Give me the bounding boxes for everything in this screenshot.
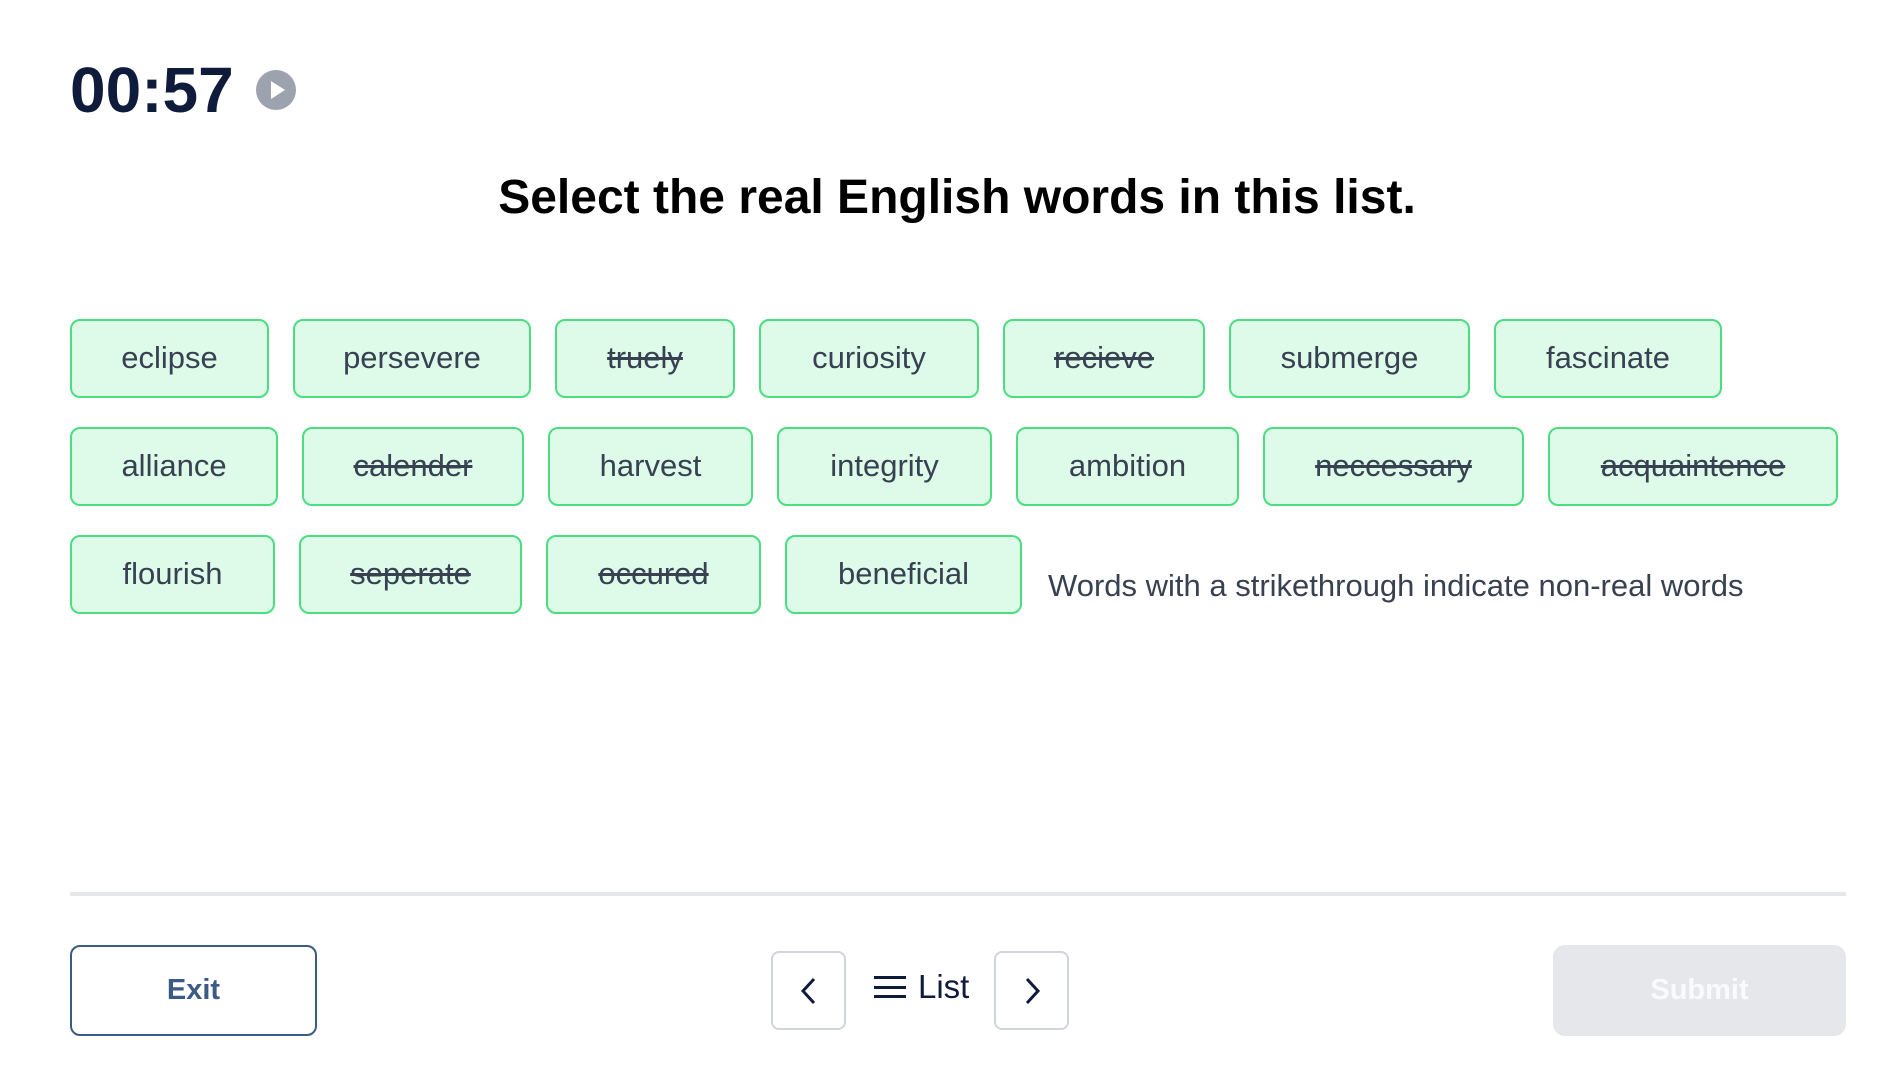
word-chip[interactable]: eclipse xyxy=(70,318,269,398)
hamburger-menu-icon xyxy=(874,976,906,998)
word-chip[interactable]: fascinate xyxy=(1494,318,1722,398)
previous-button[interactable] xyxy=(771,951,846,1030)
timer-area: 00:57 xyxy=(70,58,296,122)
list-label: List xyxy=(918,968,970,1005)
strikethrough-hint: Words with a strikethrough indicate non-… xyxy=(1048,568,1744,603)
word-chip[interactable]: persevere xyxy=(293,318,531,398)
word-row: alliance calender harvest integrity ambi… xyxy=(70,425,1850,507)
countdown-timer: 00:57 xyxy=(70,54,234,126)
word-chip-fake[interactable]: occured xyxy=(546,534,761,614)
word-row: flourish seperate occured beneficial Wor… xyxy=(70,533,1850,615)
word-chip[interactable]: integrity xyxy=(777,426,992,506)
word-chip[interactable]: harvest xyxy=(548,426,753,506)
word-chip-fake[interactable]: truely xyxy=(555,318,735,398)
word-chip[interactable]: alliance xyxy=(70,426,278,506)
word-chip[interactable]: flourish xyxy=(70,534,275,614)
word-chip-fake[interactable]: seperate xyxy=(299,534,522,614)
word-chip-fake[interactable]: acquaintence xyxy=(1548,426,1838,506)
footer-divider xyxy=(70,892,1846,896)
chevron-left-icon xyxy=(800,977,815,1004)
word-chip-fake[interactable]: calender xyxy=(302,426,524,506)
word-chip-fake[interactable]: neccessary xyxy=(1263,426,1524,506)
word-chip[interactable]: submerge xyxy=(1229,318,1470,398)
chevron-right-icon xyxy=(1025,977,1040,1004)
word-chip[interactable]: beneficial xyxy=(785,534,1022,614)
exit-button[interactable]: Exit xyxy=(70,945,317,1036)
submit-button[interactable]: Submit xyxy=(1553,945,1846,1036)
word-list: eclipse persevere truely curiosity recie… xyxy=(70,317,1850,641)
word-chip-fake[interactable]: recieve xyxy=(1003,318,1205,398)
word-chip[interactable]: curiosity xyxy=(759,318,979,398)
word-row: eclipse persevere truely curiosity recie… xyxy=(70,317,1850,399)
list-toggle[interactable]: List xyxy=(874,968,969,1006)
question-title: Select the real English words in this li… xyxy=(498,171,1416,224)
next-button[interactable] xyxy=(994,951,1069,1030)
play-circle-icon[interactable] xyxy=(255,70,296,110)
word-chip[interactable]: ambition xyxy=(1016,426,1239,506)
